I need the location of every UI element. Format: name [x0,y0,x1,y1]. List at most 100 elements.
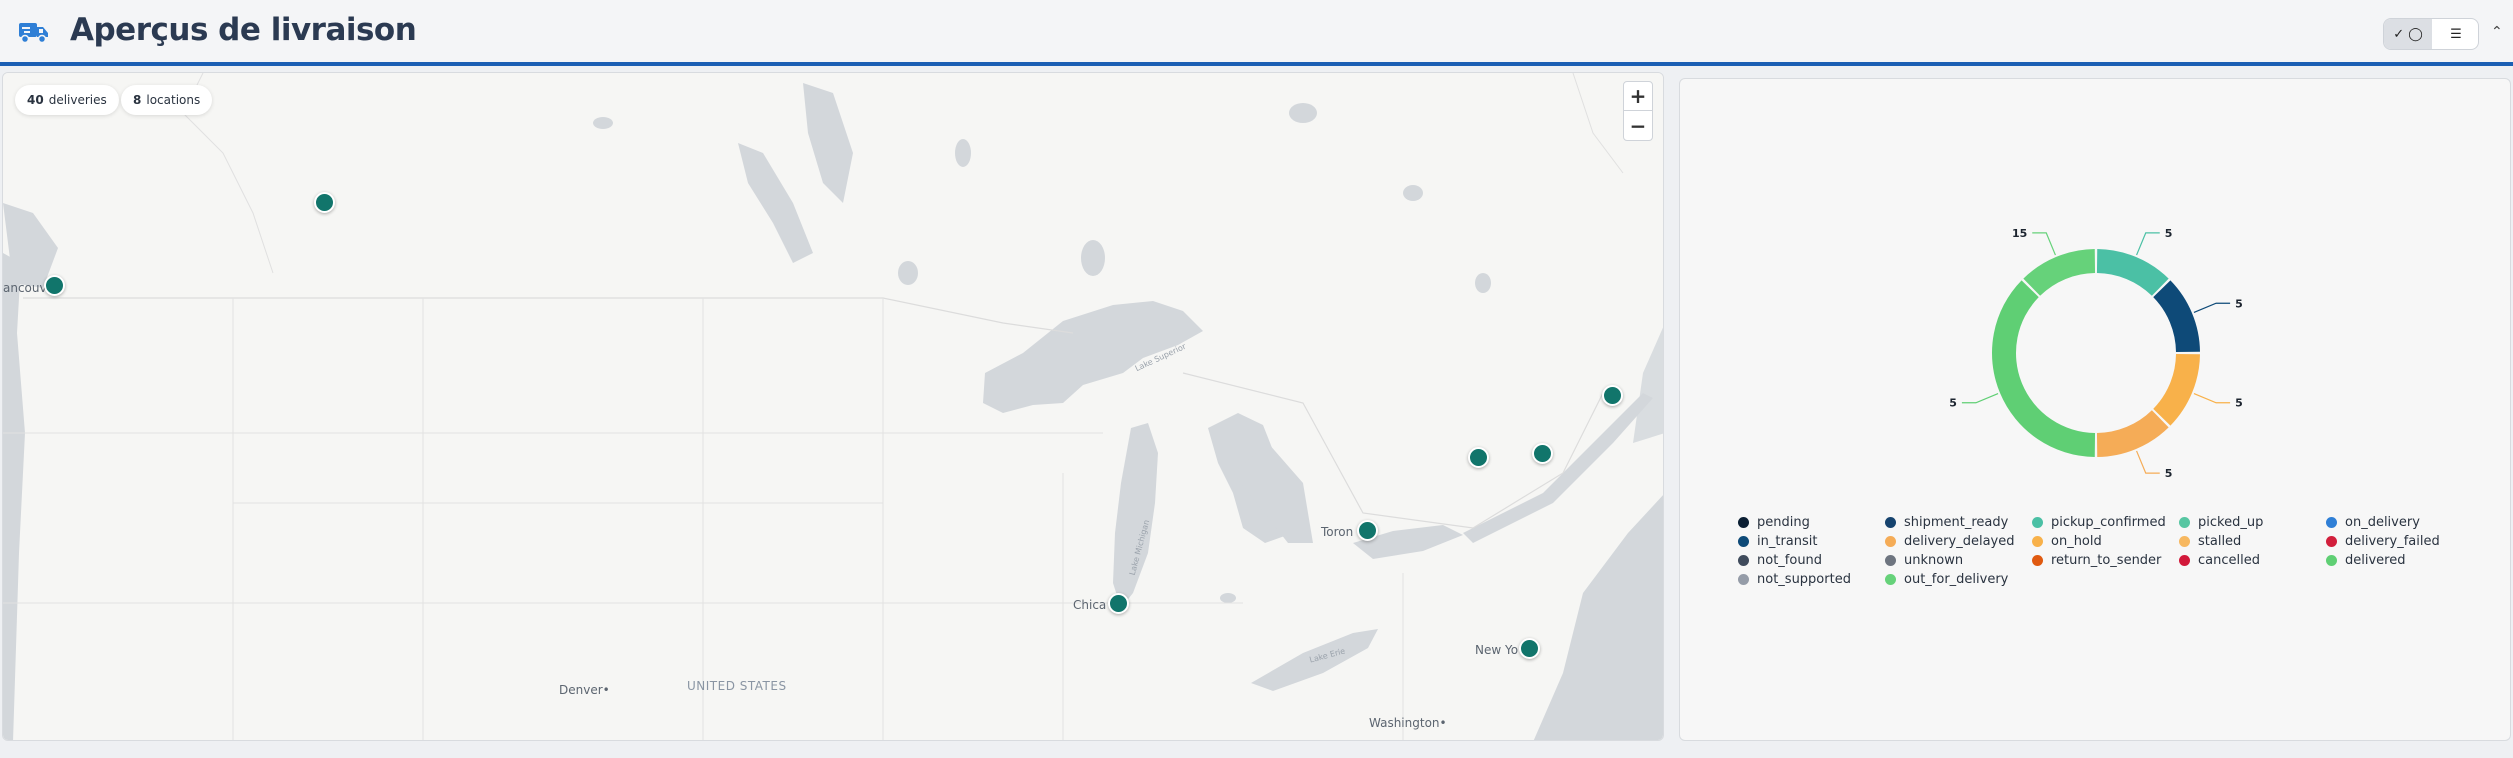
locations-count: 8 [133,93,142,107]
chevron-up-icon: ⌃ [2491,24,2503,40]
legend-item-in_transit[interactable]: in_transit [1738,534,1885,549]
list-view-button[interactable]: ☰ [2432,19,2478,49]
donut-data-label: 5 [2235,297,2243,310]
donut-data-label: 5 [2165,227,2173,240]
map-basemap[interactable] [3,73,1664,741]
chart-legend: pending shipment_ready pickup_confirmed pic… [1738,515,2498,587]
legend-item-not_supported[interactable]: not_supported [1738,572,1885,587]
donut-slice-in_transit[interactable] [2153,280,2200,353]
label-leader-line [2136,450,2160,474]
legend-label: stalled [2198,534,2242,549]
legend-item-stalled[interactable]: stalled [2179,534,2326,549]
label-leader-line [2136,232,2160,256]
legend-color-dot [1738,555,1749,566]
location-marker[interactable] [1357,520,1378,541]
legend-color-dot [1738,536,1749,547]
legend-item-return_to_sender[interactable]: return_to_sender [2032,553,2179,568]
deliveries-count-chip: 40 deliveries [15,85,119,115]
legend-label: delivered [2345,553,2406,568]
city-label-new-york: New Yo [1475,643,1519,657]
status-chart-panel: 5 5 5 5 5 15 pending shipment_ready pickup_conf… [1679,78,2511,741]
truck-icon [19,23,48,44]
donut-slice-on_hold[interactable] [2153,353,2200,426]
legend-label: not_supported [1757,572,1851,587]
location-marker[interactable] [1108,593,1129,614]
check-circle-icon: ✓ ◯ [2393,26,2423,42]
city-label-chicago: Chica [1073,598,1107,612]
legend-color-dot [1885,574,1896,585]
legend-item-on_hold[interactable]: on_hold [2032,534,2179,549]
legend-label: in_transit [1757,534,1818,549]
location-marker[interactable] [1468,447,1489,468]
legend-item-not_found[interactable]: not_found [1738,553,1885,568]
location-marker[interactable] [314,192,335,213]
legend-label: not_found [1757,553,1823,568]
page-footer [0,748,2513,758]
legend-color-dot [2032,555,2043,566]
city-label-vancouver: ancouv [3,281,47,295]
legend-label: on_hold [2051,534,2102,549]
zoom-in-button[interactable]: + [1624,82,1652,111]
legend-color-dot [2179,536,2190,547]
chart-view-button[interactable]: ✓ ◯ [2384,19,2432,49]
legend-item-delivered[interactable]: delivered [2326,553,2473,568]
view-toggle[interactable]: ✓ ◯ ☰ [2383,18,2479,50]
legend-item-cancelled[interactable]: cancelled [2179,553,2326,568]
legend-label: on_delivery [2345,515,2420,530]
location-marker[interactable] [1602,385,1623,406]
status-donut-chart: 5 5 5 5 5 15 [1949,227,2243,480]
legend-item-delivery_failed[interactable]: delivery_failed [2326,534,2473,549]
collapse-button[interactable]: ⌃ [2491,24,2503,40]
donut-slice-delivered[interactable] [1992,280,2096,457]
legend-color-dot [2179,555,2190,566]
legend-item-shipment_ready[interactable]: shipment_ready [1885,515,2032,530]
city-label-washington: Washington• [1369,716,1447,730]
location-marker[interactable] [1519,638,1540,659]
legend-color-dot [2326,536,2337,547]
legend-color-dot [1738,574,1749,585]
deliveries-label: deliveries [48,93,107,107]
zoom-control: + − [1623,81,1653,141]
legend-label: delivery_failed [2345,534,2440,549]
donut-slice-pickup_confirmed[interactable] [2096,249,2169,296]
donut-slice-delivery_delayed[interactable] [2096,410,2169,457]
label-leader-line [2193,302,2231,313]
label-leader-line [2193,393,2231,404]
legend-color-dot [1738,517,1749,528]
label-leader-line [2032,232,2056,256]
donut-data-label: 5 [1949,397,1957,410]
location-marker[interactable] [1532,443,1553,464]
city-label-toronto: Toron [1321,525,1354,539]
legend-item-pending[interactable]: pending [1738,515,1885,530]
legend-label: picked_up [2198,515,2264,530]
legend-item-on_delivery[interactable]: on_delivery [2326,515,2473,530]
locations-count-chip: 8 locations [121,85,213,115]
page-title: Aperçus de livraison [70,12,417,48]
donut-data-label: 5 [2165,467,2173,480]
legend-item-unknown[interactable]: unknown [1885,553,2032,568]
donut-slice-out_for_delivery[interactable] [2023,249,2096,296]
legend-label: return_to_sender [2051,553,2162,568]
legend-item-pickup_confirmed[interactable]: pickup_confirmed [2032,515,2179,530]
legend-item-picked_up[interactable]: picked_up [2179,515,2326,530]
locations-label: locations [146,93,201,107]
zoom-out-button[interactable]: − [1624,111,1652,140]
legend-item-out_for_delivery[interactable]: out_for_delivery [1885,572,2032,587]
legend-color-dot [2326,555,2337,566]
legend-label: pickup_confirmed [2051,515,2166,530]
legend-label: unknown [1904,553,1964,568]
legend-color-dot [1885,536,1896,547]
delivery-map[interactable]: 40 deliveries 8 locations + − ancouv Tor… [2,72,1664,741]
location-marker[interactable] [44,275,65,296]
donut-data-label: 15 [2012,227,2027,240]
deliveries-count: 40 [27,93,44,107]
legend-label: shipment_ready [1904,515,2009,530]
legend-color-dot [2326,517,2337,528]
donut-data-label: 5 [2235,397,2243,410]
country-label-united-states: UNITED STATES [687,679,787,693]
legend-color-dot [2032,536,2043,547]
legend-color-dot [2032,517,2043,528]
legend-color-dot [1885,517,1896,528]
legend-color-dot [1885,555,1896,566]
legend-item-delivery_delayed[interactable]: delivery_delayed [1885,534,2032,549]
